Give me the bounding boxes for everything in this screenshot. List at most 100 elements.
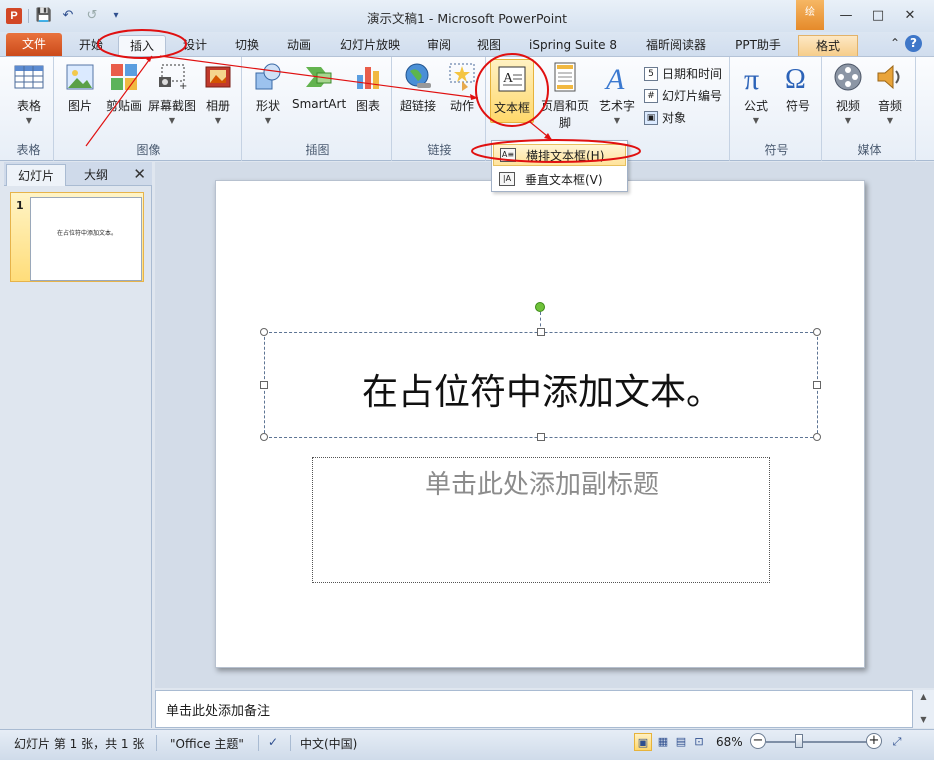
tab-format[interactable]: 格式 bbox=[798, 35, 858, 56]
picture-button[interactable]: 图片 bbox=[58, 61, 102, 114]
drawing-tools-context-label: 绘 bbox=[796, 0, 824, 30]
tab-view[interactable]: 视图 bbox=[468, 35, 510, 56]
header-footer-button-label: 页眉和页脚 bbox=[540, 99, 589, 130]
subtitle-placeholder-text[interactable]: 单击此处添加副标题 bbox=[313, 464, 771, 501]
tab-slides[interactable]: 幻灯片 bbox=[6, 164, 66, 186]
clipart-button[interactable]: 剪贴画 bbox=[102, 61, 146, 114]
slide-thumbnail[interactable]: 在占位符中添加文本。 bbox=[30, 197, 142, 281]
notes-pane[interactable]: 单击此处添加备注 bbox=[155, 690, 916, 728]
textbox-button[interactable]: A 文本框 bbox=[490, 59, 534, 123]
tab-ispring[interactable]: iSpring Suite 8 bbox=[520, 35, 626, 56]
chart-button[interactable]: 图表 bbox=[346, 61, 390, 114]
tab-ppt-helper[interactable]: PPT助手 bbox=[726, 35, 790, 56]
table-button-label: 表格 bbox=[16, 99, 41, 113]
menu-item-horizontal-textbox[interactable]: A≡ 横排文本框(H) bbox=[493, 144, 626, 166]
tab-transitions[interactable]: 切换 bbox=[226, 35, 268, 56]
slide-canvas[interactable]: 在占位符中添加文本。 单击此处添加副标题 bbox=[215, 180, 865, 668]
tab-file[interactable]: 文件 bbox=[6, 33, 62, 56]
resize-handle-bottom-left[interactable] bbox=[260, 433, 268, 441]
symbol-button[interactable]: Ω 符号 bbox=[776, 61, 820, 114]
minimize-button[interactable]: — bbox=[830, 6, 862, 26]
scroll-up-icon[interactable]: ▲ bbox=[913, 692, 934, 701]
group-label-symbols: 符号 bbox=[764, 143, 789, 157]
resize-handle-bottom[interactable] bbox=[537, 433, 545, 441]
maximize-button[interactable]: □ bbox=[862, 6, 894, 26]
resize-handle-top-right[interactable] bbox=[813, 328, 821, 336]
group-label-image: 图像 bbox=[136, 143, 161, 157]
subtitle-placeholder[interactable]: 单击此处添加副标题 bbox=[312, 457, 770, 583]
reading-view-icon[interactable]: ▤ bbox=[672, 733, 690, 751]
vertical-textbox-icon: |A bbox=[499, 172, 515, 186]
collapse-ribbon-icon[interactable]: ⌃ bbox=[890, 36, 900, 50]
fit-to-window-icon[interactable]: ⤢ bbox=[888, 733, 906, 751]
zoom-out-icon[interactable]: − bbox=[750, 733, 766, 749]
normal-view-icon[interactable]: ▣ bbox=[634, 733, 652, 751]
resize-handle-bottom-right[interactable] bbox=[813, 433, 821, 441]
screenshot-button[interactable]: + 屏幕截图 ▼ bbox=[146, 61, 198, 125]
audio-button[interactable]: 音频 ▼ bbox=[868, 61, 912, 125]
table-button[interactable]: 表格 ▼ bbox=[7, 61, 51, 125]
resize-handle-top[interactable] bbox=[537, 328, 545, 336]
help-icon[interactable]: ? bbox=[905, 35, 922, 52]
slide-counter: 幻灯片 第 1 张，共 1 张 bbox=[14, 737, 145, 751]
wordart-icon: A bbox=[604, 63, 625, 93]
tab-slideshow[interactable]: 幻灯片放映 bbox=[330, 35, 410, 56]
resize-handle-top-left[interactable] bbox=[260, 328, 268, 336]
group-symbols: π 公式 ▼ Ω 符号 符号 bbox=[732, 57, 822, 161]
equation-button[interactable]: π 公式 ▼ bbox=[734, 61, 778, 125]
tab-insert[interactable]: 插入 bbox=[118, 35, 166, 56]
group-illustration: 形状 ▼ SmartArt 图表 插图 bbox=[244, 57, 392, 161]
zoom-in-icon[interactable]: + bbox=[866, 733, 882, 749]
album-button[interactable]: 相册 ▼ bbox=[196, 61, 240, 125]
ribbon: 表格 ▼ 表格 图片 剪贴画 + 屏幕截图 ▼ 相册 ▼ 图像 形状 ▼ Sma… bbox=[0, 56, 934, 161]
slide-number-label: 幻灯片编号 bbox=[662, 89, 723, 103]
zoom-slider-thumb[interactable] bbox=[795, 734, 803, 748]
notes-placeholder[interactable]: 单击此处添加备注 bbox=[166, 700, 270, 719]
speaker-icon bbox=[877, 64, 900, 90]
resize-handle-left[interactable] bbox=[260, 381, 268, 389]
wordart-button-label: 艺术字 bbox=[598, 99, 635, 113]
dropdown-arrow-icon: ▼ bbox=[752, 116, 760, 125]
tab-animations[interactable]: 动画 bbox=[278, 35, 320, 56]
shapes-icon bbox=[255, 63, 281, 90]
spellcheck-icon[interactable]: ✓ bbox=[268, 735, 278, 749]
theme-name[interactable]: "Office 主题" bbox=[170, 735, 244, 752]
shapes-button[interactable]: 形状 ▼ bbox=[246, 61, 290, 125]
slide-thumbnail-item[interactable]: 1 在占位符中添加文本。 bbox=[10, 192, 144, 282]
header-footer-button[interactable]: 页眉和页脚 bbox=[536, 61, 594, 131]
smartart-button[interactable]: SmartArt bbox=[292, 61, 346, 111]
zoom-slider-track[interactable] bbox=[766, 741, 870, 743]
resize-handle-right[interactable] bbox=[813, 381, 821, 389]
notes-scrollbar[interactable]: ▲ ▼ bbox=[912, 690, 934, 728]
dropdown-arrow-icon: ▼ bbox=[264, 116, 272, 125]
slideshow-view-icon[interactable]: ⊡ bbox=[690, 733, 708, 751]
group-label-illustration: 插图 bbox=[305, 143, 330, 157]
zoom-level[interactable]: 68% bbox=[716, 735, 743, 749]
rotation-handle[interactable] bbox=[535, 302, 545, 312]
title-placeholder-text[interactable]: 在占位符中添加文本。 bbox=[265, 363, 819, 415]
close-pane-icon[interactable]: ✕ bbox=[133, 165, 146, 183]
dropdown-arrow-icon: ▼ bbox=[613, 116, 621, 125]
object-button[interactable]: ▣ 对象 bbox=[644, 109, 686, 126]
title-placeholder[interactable]: 在占位符中添加文本。 bbox=[260, 328, 821, 441]
status-separator bbox=[258, 735, 259, 751]
close-button[interactable]: ✕ bbox=[894, 6, 926, 26]
action-button[interactable]: 动作 bbox=[440, 61, 484, 114]
tab-home[interactable]: 开始 bbox=[70, 35, 112, 56]
header-footer-icon bbox=[554, 62, 576, 92]
tab-outline[interactable]: 大纲 bbox=[66, 164, 126, 186]
wordart-button[interactable]: A 艺术字 ▼ bbox=[594, 61, 640, 125]
omega-icon: Ω bbox=[785, 64, 806, 93]
menu-item-vertical-textbox[interactable]: |A 垂直文本框(V) bbox=[493, 168, 626, 190]
tab-foxit[interactable]: 福昕阅读器 bbox=[634, 35, 718, 56]
language-indicator[interactable]: 中文(中国) bbox=[300, 735, 357, 752]
video-button[interactable]: 视频 ▼ bbox=[826, 61, 870, 125]
slide-sorter-view-icon[interactable]: ▦ bbox=[654, 733, 672, 751]
slide-number-button[interactable]: # 幻灯片编号 bbox=[644, 87, 722, 104]
group-table: 表格 ▼ 表格 bbox=[4, 57, 54, 161]
date-time-button[interactable]: 5 日期和时间 bbox=[644, 65, 722, 82]
tab-design[interactable]: 设计 bbox=[174, 35, 216, 56]
scroll-down-icon[interactable]: ▼ bbox=[913, 715, 934, 724]
hyperlink-button[interactable]: 超链接 bbox=[396, 61, 440, 114]
tab-review[interactable]: 审阅 bbox=[418, 35, 460, 56]
